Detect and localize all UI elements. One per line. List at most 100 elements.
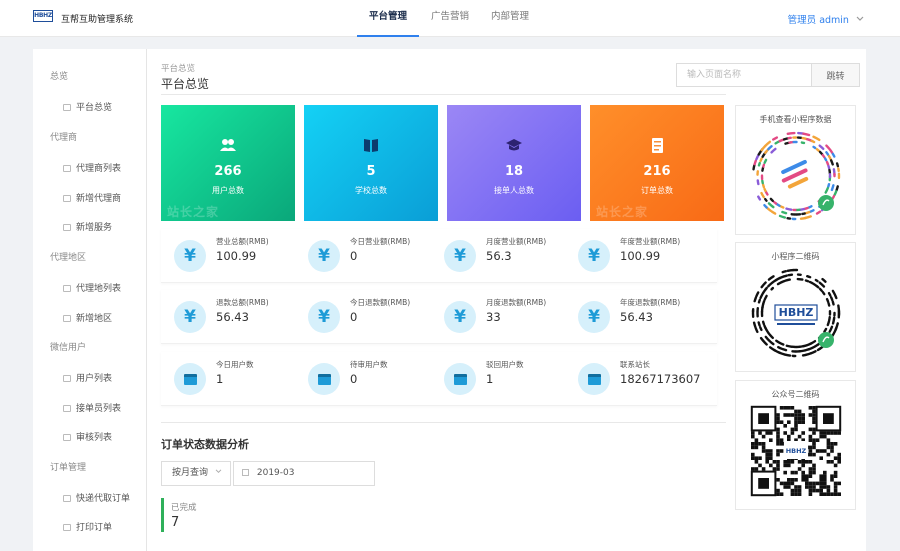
edit-icon <box>63 195 71 202</box>
sidebar-item[interactable]: 新增地区 <box>33 309 147 329</box>
metric-value: 0 <box>350 310 358 324</box>
metric-value: 0 <box>350 372 358 386</box>
sidebar-item[interactable]: 新增服务 <box>33 218 147 238</box>
sidebar-item-label: 审核列表 <box>76 433 113 443</box>
calendar-icon <box>174 363 206 395</box>
sidebar-item[interactable]: 快递代取订单 <box>33 489 147 509</box>
stat-value: 216 <box>643 164 671 179</box>
sidebar-item-label: 新增代理商 <box>76 194 122 204</box>
user-name: 管理员 admin <box>787 15 849 26</box>
sidebar-item-label: 新增服务 <box>76 223 113 233</box>
metric-card: ¥ 月度退款额(RMB) 33 <box>431 290 565 344</box>
metric-value: 18267173607 <box>620 372 701 386</box>
yen-icon: ¥ <box>444 301 476 333</box>
query-mode-select[interactable]: 按月查询 <box>161 461 231 486</box>
tab-platform-management[interactable]: 平台管理 <box>357 0 419 37</box>
date-value: 2019-03 <box>256 468 295 478</box>
stat-tile[interactable]: 266 用户总数 站长之家 <box>161 105 295 221</box>
package-icon <box>63 495 71 502</box>
sidebar-item-label: 打印订单 <box>76 523 113 533</box>
sidebar-item-label: 平台总览 <box>76 103 113 113</box>
metric-value: 0 <box>350 249 358 263</box>
qr-center-logo-text: HBHZ <box>786 447 807 455</box>
sidebar-item[interactable]: 平台总览 <box>33 98 147 118</box>
mini-program-code-image: HBHZ <box>751 268 841 358</box>
official-account-qr-image: HBHZ <box>750 405 842 497</box>
yen-icon: ¥ <box>444 240 476 272</box>
metric-value: 100.99 <box>620 249 661 263</box>
list-icon <box>63 405 71 412</box>
yen-icon: ¥ <box>578 240 610 272</box>
user-menu[interactable]: 管理员 admin <box>788 12 864 26</box>
sidebar-item[interactable]: 打印订单 <box>33 518 147 538</box>
metric-label: 今日退款额(RMB) <box>350 298 411 307</box>
query-mode-value: 按月查询 <box>172 468 209 478</box>
sidebar: 总览 平台总览 代理商 代理商列表 新增代理商 新增服务 代理地区 代理地列表 新增地区 微信用户… <box>33 49 147 551</box>
grid-icon <box>63 104 71 111</box>
qr-center-logo-text: HBHZ <box>779 306 814 319</box>
sidebar-group-label: 总览 <box>50 72 69 82</box>
metrics-row: 今日用户数 1 待审用户数 0 驳回用户数 1 联系站长 18267173607 <box>161 352 717 406</box>
chevron-down-icon <box>215 469 222 474</box>
list-icon <box>63 434 71 441</box>
app-title: 互帮互助管理系统 <box>61 15 134 25</box>
page-search-input[interactable] <box>676 63 811 87</box>
sidebar-item[interactable]: 新增代理商 <box>33 189 147 209</box>
metric-value: 33 <box>486 310 501 324</box>
page-title: 平台总览 <box>161 77 210 91</box>
stat-tile[interactable]: 5 学校总数 <box>304 105 438 221</box>
stat-label: 用户总数 <box>212 186 244 195</box>
yen-icon: ¥ <box>308 301 340 333</box>
date-picker[interactable]: 2019-03 <box>233 461 375 486</box>
sidebar-item[interactable]: 用户列表 <box>33 369 147 389</box>
calendar-icon <box>578 363 610 395</box>
metric-value: 1 <box>216 372 224 386</box>
metric-value: 100.99 <box>216 249 257 263</box>
jump-button[interactable]: 跳转 <box>811 63 860 87</box>
chevron-down-icon <box>856 16 864 21</box>
tab-internal-management[interactable]: 内部管理 <box>483 0 537 37</box>
metrics-row: ¥ 退款总额(RMB) 56.43 ¥ 今日退款额(RMB) 0 ¥ 月度退款额(RMB) 33… <box>161 290 717 344</box>
stat-tile[interactable]: 18 接单人总数 <box>447 105 581 221</box>
qr-panel-title: 公众号二维码 <box>771 390 820 399</box>
calendar-icon <box>242 469 249 476</box>
metric-card: 联系站长 18267173607 <box>565 352 701 406</box>
divider <box>161 422 726 423</box>
metric-label: 退款总额(RMB) <box>216 298 269 307</box>
stat-label: 学校总数 <box>355 186 387 195</box>
qr-panel-title: 小程序二维码 <box>771 252 820 261</box>
yen-icon: ¥ <box>578 301 610 333</box>
logo: HBHZ <box>33 10 53 22</box>
qr-panel-mini-data: 手机查看小程序数据 <box>735 105 856 235</box>
metric-value: 56.43 <box>216 310 249 324</box>
stat-value: 266 <box>214 164 242 179</box>
watermark: 站长之家 <box>596 205 649 219</box>
tab-ad-marketing[interactable]: 广告营销 <box>423 0 477 37</box>
stat-tile[interactable]: 216 订单总数站长之家 <box>590 105 724 221</box>
sidebar-item-label: 代理商列表 <box>76 164 122 174</box>
status-value: 7 <box>171 515 180 530</box>
sidebar-group-label: 代理商 <box>50 133 78 143</box>
status-indicator <box>161 498 164 532</box>
metrics-row: ¥ 营业总额(RMB) 100.99 ¥ 今日营业额(RMB) 0 ¥ 月度营业额(RMB) 5… <box>161 229 717 283</box>
metric-value: 56.43 <box>620 310 653 324</box>
metric-card: 待审用户数 0 <box>295 352 429 406</box>
yen-icon: ¥ <box>308 240 340 272</box>
metric-card: ¥ 年度退款额(RMB) 56.43 <box>565 290 699 344</box>
metric-label: 营业总额(RMB) <box>216 237 269 246</box>
breadcrumb: 平台总览 <box>161 64 196 74</box>
top-navbar: HBHZ 互帮互助管理系统 平台管理 广告营销 内部管理 管理员 admin <box>0 0 900 37</box>
sidebar-item[interactable]: 审核列表 <box>33 428 147 448</box>
metric-card: ¥ 今日退款额(RMB) 0 <box>295 290 429 344</box>
sidebar-item[interactable]: 接单员列表 <box>33 399 147 419</box>
edit-icon <box>63 315 71 322</box>
sidebar-item-label: 新增地区 <box>76 314 113 324</box>
calendar-icon <box>444 363 476 395</box>
metric-label: 年度营业额(RMB) <box>620 237 681 246</box>
mini-program-code-image <box>752 131 841 221</box>
sidebar-group-label: 微信用户 <box>50 343 87 353</box>
sidebar-item[interactable]: 代理商列表 <box>33 159 147 179</box>
stat-label: 订单总数 <box>641 186 673 195</box>
sidebar-item[interactable]: 代理地列表 <box>33 279 147 299</box>
main-panel: 总览 平台总览 代理商 代理商列表 新增代理商 新增服务 代理地区 代理地列表 新增地区 微信用户… <box>33 49 866 551</box>
